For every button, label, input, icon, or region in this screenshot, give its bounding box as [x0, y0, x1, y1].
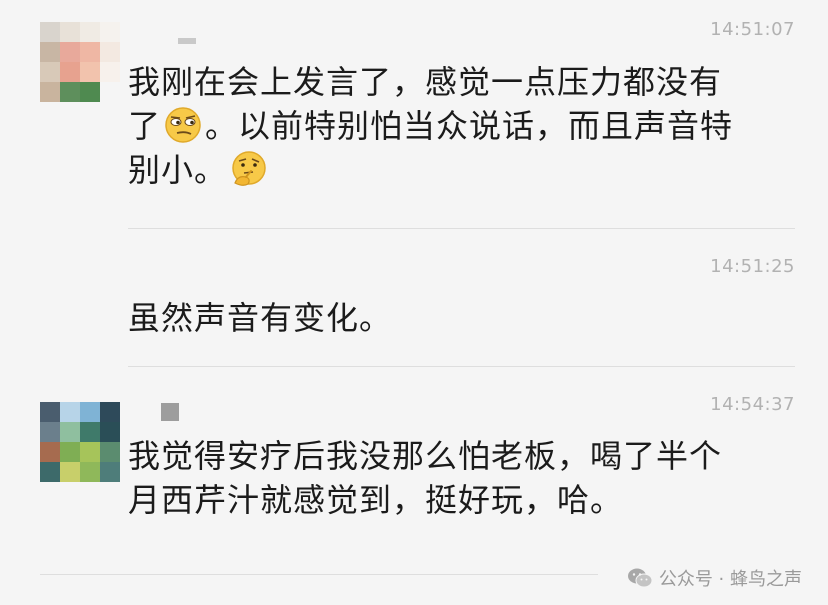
message-line: 我觉得安疗后我没那么怕老板，喝了半个: [128, 437, 723, 475]
thinking-emoji-icon: [232, 151, 266, 186]
message-line: 虽然声音有变化。: [128, 299, 393, 337]
message-text: 我刚在会上发言了，感觉一点压力都没有 了 。以前特别怕当众说话，而且声音特 别小…: [128, 60, 788, 192]
message-text: 虽然声音有变化。: [128, 296, 788, 340]
message-time: 14:54:37: [710, 394, 795, 415]
avatar-user-1[interactable]: [40, 22, 120, 102]
message-fragment: 。以前特别怕当众说话，而且声音特: [205, 107, 734, 145]
message-line: 别小。: [128, 148, 788, 192]
sender-name-blurred: [178, 38, 196, 44]
message-divider: [40, 574, 598, 575]
watermark-text: 公众号 · 蜂鸟之声: [658, 569, 802, 590]
watermark: 公众号 · 蜂鸟之声: [627, 565, 802, 591]
message-fragment: 了: [128, 107, 162, 145]
avatar-user-2[interactable]: [40, 402, 120, 482]
message-line: 了 。以前特别怕当众说话，而且声音特: [128, 104, 788, 148]
message-fragment: 别小。: [128, 151, 228, 189]
message-divider: [128, 228, 795, 229]
wechat-icon: [627, 568, 653, 588]
sender-name-blurred: [161, 403, 179, 421]
message-text: 我觉得安疗后我没那么怕老板，喝了半个 月西芹汁就感觉到，挺好玩，哈。: [128, 434, 788, 522]
message-time: 14:51:25: [710, 256, 795, 277]
message-line: 月西芹汁就感觉到，挺好玩，哈。: [128, 481, 624, 519]
message-time: 14:51:07: [710, 19, 795, 40]
smirk-emoji-icon: [165, 107, 201, 143]
message-divider: [128, 366, 795, 367]
message-line: 我刚在会上发言了，感觉一点压力都没有: [128, 63, 723, 101]
chat-history: 14:51:07 我刚在会上发言了，感觉一点压力都没有 了 。以前特别怕当众说话…: [0, 0, 828, 605]
